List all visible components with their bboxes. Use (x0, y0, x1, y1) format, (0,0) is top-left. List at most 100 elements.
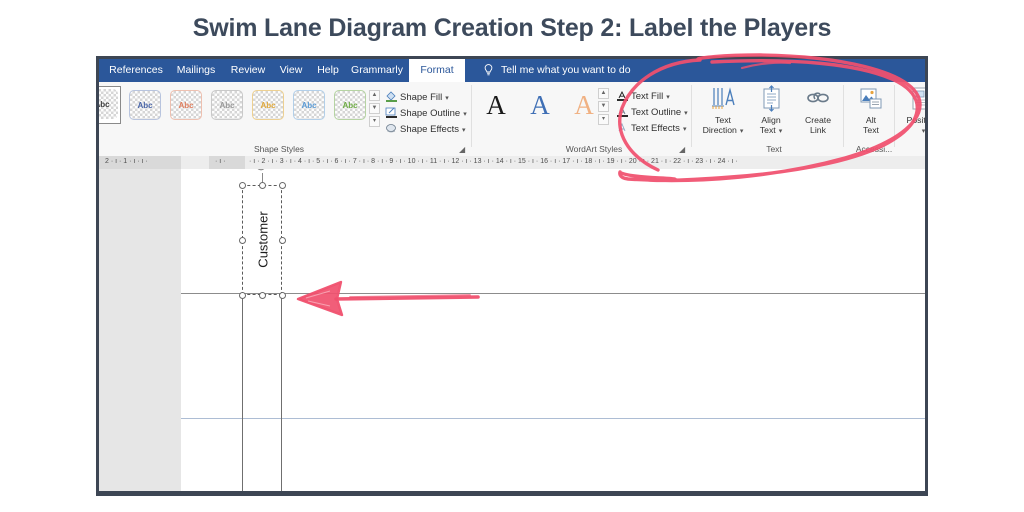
text-effects-button[interactable]: Text Effects ▾ (616, 121, 686, 136)
tab-view[interactable]: View (273, 59, 309, 82)
customer-label: Customer (255, 211, 271, 268)
shape-style-swatch-selected[interactable]: Abc (99, 86, 121, 124)
alt-text-label-2: Text (863, 125, 879, 135)
shape-style-swatch-2[interactable]: Abc (129, 90, 161, 120)
gallery-scroll-down-button[interactable]: ▼ (369, 103, 380, 114)
wordart-sample-3[interactable]: A (569, 88, 599, 122)
pencil-outline-icon (385, 107, 397, 118)
document-canvas[interactable]: Customer (99, 169, 925, 491)
shape-outline-button[interactable]: Shape Outline ▾ (385, 106, 467, 121)
ribbon-tab-strip: References Mailings Review View Help Gra… (99, 59, 925, 82)
position-button[interactable]: Position ▾ (900, 85, 925, 137)
group-separator-4 (894, 85, 895, 147)
wordart-sample-2[interactable]: A (525, 88, 555, 122)
alt-text-icon (849, 85, 893, 113)
swatch-label: Abc (178, 100, 194, 110)
gallery-more-button[interactable]: ▾ (369, 116, 380, 127)
swatch-label: Abc (137, 100, 153, 110)
tab-mailings[interactable]: Mailings (169, 59, 223, 82)
create-link-label-2: Link (810, 125, 826, 135)
shape-fill-label: Shape Fill (400, 92, 443, 103)
ruler-marks-mid: · ı · (215, 158, 226, 165)
wordart-more-button[interactable]: ▾ (598, 114, 609, 125)
align-text-icon (749, 85, 793, 113)
text-fill-button[interactable]: Text Fill ▾ (616, 89, 670, 104)
chevron-down-icon: ▾ (463, 111, 467, 118)
customer-text-box[interactable]: Customer (242, 185, 282, 295)
selection-handle-w[interactable] (239, 237, 246, 244)
page-title: Swim Lane Diagram Creation Step 2: Label… (192, 14, 832, 42)
tab-help[interactable]: Help (311, 59, 345, 82)
selection-handle-e[interactable] (279, 237, 286, 244)
lane-line-2 (181, 418, 925, 419)
chevron-down-icon: ▾ (739, 128, 744, 135)
selection-handle-se[interactable] (279, 292, 286, 299)
swatch-label: Abc (219, 100, 235, 110)
text-effects-icon (618, 122, 626, 132)
text-direction-label-2: Direction (702, 125, 737, 135)
ribbon: Abc Abc Abc Abc Abc Abc Abc ▲ ▼ (99, 82, 925, 157)
align-text-label-1: Align (761, 115, 781, 125)
tab-format[interactable]: Format (409, 59, 465, 82)
align-text-label-2: Text (759, 125, 776, 135)
horizontal-ruler[interactable]: 2 · ı · 1 · ı · ı · · ı · · ı · 2 · ı · … (99, 156, 925, 170)
shape-style-swatch[interactable]: Abc (99, 89, 118, 119)
gallery-scroll-up-button[interactable]: ▲ (369, 90, 380, 101)
align-text-button[interactable]: Align Text ▾ (749, 85, 793, 137)
group-label-accessibility: Accessi... (855, 144, 893, 154)
rotation-handle[interactable] (255, 169, 268, 173)
lane-divider-left-2 (242, 418, 243, 491)
shape-style-swatch-4[interactable]: Abc (211, 90, 243, 120)
lane-line-1 (181, 293, 925, 294)
create-link-button[interactable]: Create Link (796, 85, 840, 135)
wordart-scroll-down-button[interactable]: ▼ (598, 101, 609, 112)
selection-handle-nw[interactable] (239, 182, 246, 189)
shape-style-swatch-7[interactable]: Abc (334, 90, 366, 120)
shape-effects-icon (386, 124, 396, 133)
word-window-content: References Mailings Review View Help Gra… (99, 59, 925, 491)
group-label-wordart-styles: WordArt Styles (565, 144, 623, 154)
tell-me-box[interactable]: Tell me what you want to do (501, 59, 631, 82)
text-fill-icon (617, 90, 628, 101)
alt-text-button[interactable]: Alt Text (849, 85, 893, 135)
selection-handle-ne[interactable] (279, 182, 286, 189)
group-separator-1 (471, 85, 472, 147)
position-icon (900, 85, 925, 113)
shape-effects-button[interactable]: Shape Effects ▾ (385, 122, 466, 137)
wordart-styles-dialog-launcher[interactable]: ◢ (679, 145, 688, 154)
alt-text-label-1: Alt (865, 115, 877, 125)
create-link-icon (796, 85, 840, 113)
chevron-down-icon: ▾ (684, 110, 688, 117)
chevron-down-icon: ▾ (921, 128, 925, 135)
shape-fill-button[interactable]: Shape Fill ▾ (385, 90, 449, 105)
text-outline-button[interactable]: Text Outline ▾ (616, 105, 688, 120)
text-outline-label: Text Outline (631, 107, 682, 118)
shape-style-swatch-6[interactable]: Abc (293, 90, 325, 120)
word-window-frame: References Mailings Review View Help Gra… (96, 56, 928, 496)
shape-style-swatch-5[interactable]: Abc (252, 90, 284, 120)
shape-styles-dialog-launcher[interactable]: ◢ (459, 145, 468, 154)
shape-style-swatch-3[interactable]: Abc (170, 90, 202, 120)
text-fill-label: Text Fill (631, 91, 664, 102)
shape-effects-label: Shape Effects (400, 124, 459, 135)
swatch-label: Abc (99, 99, 110, 109)
tab-review[interactable]: Review (225, 59, 271, 82)
wordart-scroll-up-button[interactable]: ▲ (598, 88, 609, 99)
tab-references[interactable]: References (105, 59, 167, 82)
selection-handle-s[interactable] (259, 292, 266, 299)
chevron-down-icon: ▾ (682, 126, 687, 133)
text-direction-button[interactable]: Text Direction ▾ (701, 85, 745, 137)
group-separator-3 (843, 85, 844, 147)
fill-bucket-icon (386, 91, 397, 102)
create-link-label-1: Create (804, 115, 832, 125)
wordart-sample-1[interactable]: A (481, 88, 511, 122)
chevron-down-icon: ▾ (778, 128, 783, 135)
text-effects-label: Text Effects (631, 123, 680, 134)
text-direction-icon (701, 85, 745, 113)
document-page[interactable]: Customer (181, 169, 925, 491)
position-label-1: Position (906, 115, 925, 125)
tab-grammarly[interactable]: Grammarly (347, 59, 407, 82)
ruler-marks-left: 2 · ı · 1 · ı · ı · (105, 158, 148, 165)
selection-handle-sw[interactable] (239, 292, 246, 299)
selection-handle-n[interactable] (259, 182, 266, 189)
